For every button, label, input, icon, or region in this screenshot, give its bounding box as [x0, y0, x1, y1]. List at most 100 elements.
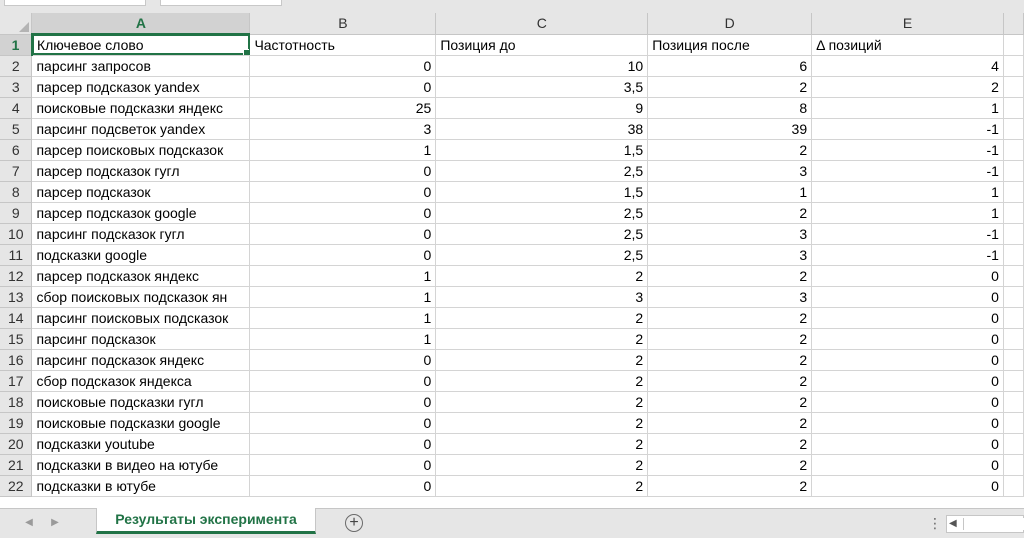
- row-header[interactable]: 7: [0, 160, 33, 182]
- cell-frequency[interactable]: 0: [249, 349, 437, 371]
- cell-frequency[interactable]: 0: [249, 223, 437, 245]
- cell-frequency[interactable]: 1: [249, 328, 437, 350]
- cell-empty[interactable]: [1003, 286, 1024, 308]
- cell-frequency[interactable]: 0: [249, 391, 437, 413]
- scroll-thumb[interactable]: [963, 518, 1024, 530]
- row-header[interactable]: 1: [0, 34, 33, 56]
- scroll-left-icon[interactable]: ◀: [949, 516, 957, 532]
- cell-position-after[interactable]: 2: [647, 265, 813, 287]
- cell-e1[interactable]: Δ позиций: [811, 34, 1004, 56]
- cell-empty[interactable]: [1003, 412, 1024, 434]
- row-header[interactable]: 20: [0, 433, 33, 455]
- ribbon-tab-edge[interactable]: [160, 0, 282, 6]
- cell-position-delta[interactable]: 1: [811, 181, 1004, 203]
- cell-position-delta[interactable]: 0: [811, 433, 1004, 455]
- cell-position-after[interactable]: 3: [647, 286, 813, 308]
- row-header[interactable]: 10: [0, 223, 33, 245]
- cell-keyword[interactable]: парсинг подсказок яндекс: [31, 349, 251, 371]
- cell-position-after[interactable]: 2: [647, 76, 813, 98]
- cell-position-delta[interactable]: 1: [811, 97, 1004, 119]
- cell-keyword[interactable]: парсинг подсказок гугл: [31, 223, 251, 245]
- cell-position-delta[interactable]: 0: [811, 391, 1004, 413]
- cell-position-delta[interactable]: -1: [811, 244, 1004, 266]
- cell-frequency[interactable]: 1: [249, 265, 437, 287]
- cell-position-after[interactable]: 2: [647, 391, 813, 413]
- row-header[interactable]: 6: [0, 139, 33, 161]
- cell-position-after[interactable]: 3: [647, 160, 813, 182]
- cell-frequency[interactable]: 0: [249, 202, 437, 224]
- cell-empty[interactable]: [1003, 454, 1024, 476]
- cell-empty[interactable]: [1003, 202, 1024, 224]
- cell-frequency[interactable]: 0: [249, 160, 437, 182]
- cell-frequency[interactable]: 0: [249, 76, 437, 98]
- cell-position-delta[interactable]: 1: [811, 202, 1004, 224]
- cell-position-delta[interactable]: 0: [811, 286, 1004, 308]
- cell-keyword[interactable]: парсинг запросов: [31, 55, 251, 77]
- cell-keyword[interactable]: подсказки google: [31, 244, 251, 266]
- sheet-nav-next-icon[interactable]: ▶: [48, 516, 62, 530]
- cell-c1[interactable]: Позиция до: [435, 34, 649, 56]
- cell-empty[interactable]: [1003, 370, 1024, 392]
- cell-position-delta[interactable]: -1: [811, 139, 1004, 161]
- row-header[interactable]: 13: [0, 286, 33, 308]
- cell-keyword[interactable]: подсказки в видео на ютубе: [31, 454, 251, 476]
- cell-position-delta[interactable]: 0: [811, 454, 1004, 476]
- row-header[interactable]: 11: [0, 244, 33, 266]
- cell-position-after[interactable]: 2: [647, 370, 813, 392]
- cell-a1[interactable]: Ключевое слово: [31, 34, 251, 56]
- cell-position-after[interactable]: 2: [647, 307, 813, 329]
- column-header-a[interactable]: A: [31, 13, 251, 35]
- column-header-f[interactable]: [1003, 13, 1024, 35]
- cell-empty[interactable]: [1003, 328, 1024, 350]
- row-header[interactable]: 5: [0, 118, 33, 140]
- cell-position-after[interactable]: 39: [647, 118, 813, 140]
- cell-position-after[interactable]: 2: [647, 412, 813, 434]
- cell-position-before[interactable]: 3: [435, 286, 649, 308]
- cell-position-before[interactable]: 2: [435, 391, 649, 413]
- cell-keyword[interactable]: парсер подсказок yandex: [31, 76, 251, 98]
- cell-position-after[interactable]: 2: [647, 139, 813, 161]
- more-options-icon[interactable]: ⋮: [928, 515, 942, 531]
- cell-frequency[interactable]: 0: [249, 433, 437, 455]
- column-header-e[interactable]: E: [811, 13, 1004, 35]
- cell-f1[interactable]: [1003, 34, 1024, 56]
- cell-position-delta[interactable]: -1: [811, 223, 1004, 245]
- row-header[interactable]: 17: [0, 370, 33, 392]
- cell-keyword[interactable]: сбор подсказок яндекса: [31, 370, 251, 392]
- cell-position-after[interactable]: 2: [647, 454, 813, 476]
- cell-frequency[interactable]: 25: [249, 97, 437, 119]
- cell-keyword[interactable]: сбор поисковых подсказок ян: [31, 286, 251, 308]
- cell-keyword[interactable]: поисковые подсказки яндекс: [31, 97, 251, 119]
- cell-empty[interactable]: [1003, 475, 1024, 497]
- row-header[interactable]: 14: [0, 307, 33, 329]
- cell-position-after[interactable]: 2: [647, 328, 813, 350]
- cell-d1[interactable]: Позиция после: [647, 34, 813, 56]
- cell-position-delta[interactable]: 0: [811, 349, 1004, 371]
- cell-keyword[interactable]: парсер поисковых подсказок: [31, 139, 251, 161]
- row-header[interactable]: 15: [0, 328, 33, 350]
- cell-b1[interactable]: Частотность: [249, 34, 437, 56]
- cell-position-before[interactable]: 2: [435, 454, 649, 476]
- column-header-d[interactable]: D: [647, 13, 813, 35]
- cell-position-before[interactable]: 38: [435, 118, 649, 140]
- cell-frequency[interactable]: 1: [249, 307, 437, 329]
- cell-empty[interactable]: [1003, 118, 1024, 140]
- cell-position-before[interactable]: 2: [435, 307, 649, 329]
- cell-position-delta[interactable]: -1: [811, 118, 1004, 140]
- cell-position-after[interactable]: 3: [647, 244, 813, 266]
- cell-position-before[interactable]: 2,5: [435, 223, 649, 245]
- row-header[interactable]: 16: [0, 349, 33, 371]
- cell-frequency[interactable]: 0: [249, 412, 437, 434]
- cell-empty[interactable]: [1003, 76, 1024, 98]
- cell-position-before[interactable]: 2: [435, 265, 649, 287]
- row-header[interactable]: 19: [0, 412, 33, 434]
- sheet-tab-results[interactable]: Результаты эксперимента: [96, 508, 316, 534]
- cell-position-delta[interactable]: 0: [811, 412, 1004, 434]
- cell-position-delta[interactable]: -1: [811, 160, 1004, 182]
- cell-empty[interactable]: [1003, 433, 1024, 455]
- cell-empty[interactable]: [1003, 139, 1024, 161]
- cell-keyword[interactable]: парсер подсказок google: [31, 202, 251, 224]
- cell-position-after[interactable]: 8: [647, 97, 813, 119]
- row-header[interactable]: 12: [0, 265, 33, 287]
- row-header[interactable]: 8: [0, 181, 33, 203]
